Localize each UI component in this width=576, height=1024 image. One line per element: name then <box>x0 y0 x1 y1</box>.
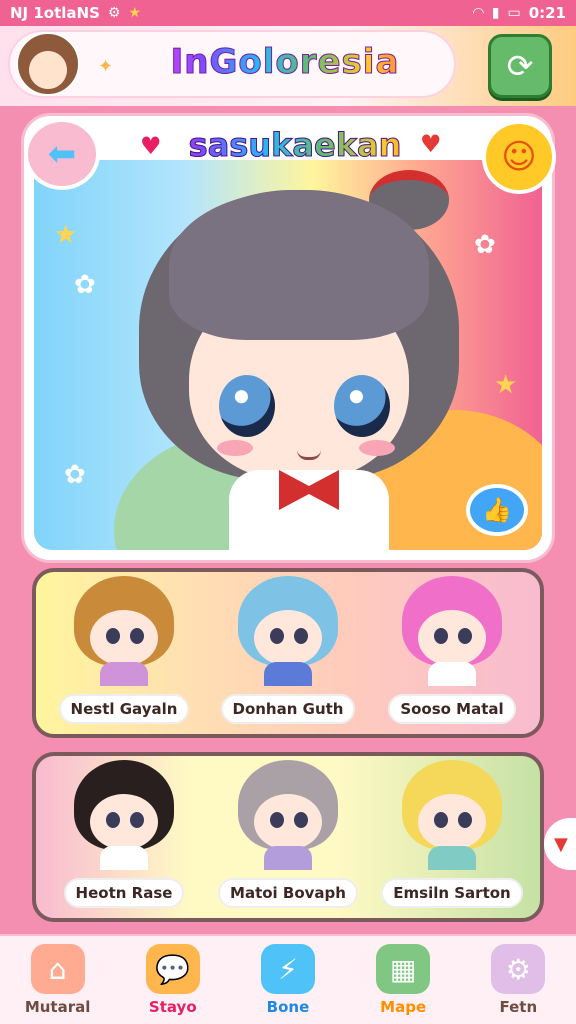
character-blush <box>217 440 253 456</box>
nav-item[interactable]: ⚡ Bone <box>238 938 338 1022</box>
status-time: 0:21 <box>528 4 566 22</box>
character-name: Matoi Bovaph <box>218 878 358 908</box>
character-name: Nestl Gayaln <box>58 694 190 724</box>
nav-item[interactable]: ⌂ Mutaral <box>8 938 108 1022</box>
character-eye <box>270 812 284 828</box>
character-eye <box>458 628 472 644</box>
character-blush <box>359 440 395 456</box>
status-left-text: NJ 1otlaNS <box>10 4 100 22</box>
character-portrait <box>238 760 338 870</box>
gear-icon: ⚙ <box>491 944 546 994</box>
character-eye <box>270 628 284 644</box>
star-icon: ★ <box>128 5 142 21</box>
settings-icon: ⚙ <box>107 5 121 21</box>
refresh-icon: ⟳ <box>506 47 534 85</box>
home-icon: ⌂ <box>30 944 85 994</box>
wifi-icon: ◠ <box>472 5 484 21</box>
character-eye <box>458 812 472 828</box>
map-icon: ▦ <box>376 944 431 994</box>
star-decoration: ✿ <box>64 460 86 490</box>
nav-item[interactable]: ⚙ Fetn <box>468 938 568 1022</box>
battery-icon: ▭ <box>507 5 521 21</box>
character-portrait <box>74 760 174 870</box>
character-name: Sooso Matal <box>388 694 516 724</box>
back-button[interactable]: ⬅ <box>24 118 100 190</box>
nav-item[interactable]: 💬 Stayo <box>123 938 223 1022</box>
character-eye <box>130 812 144 828</box>
heart-icon: ♥ <box>420 130 442 158</box>
character-name: Donhan Guth <box>220 694 356 724</box>
character-eye <box>294 628 308 644</box>
character-eye <box>106 812 120 828</box>
app-title: InGoloresia <box>150 40 420 84</box>
sparkle-icon: ✦ <box>98 56 114 77</box>
character-card[interactable]: Emsiln Sarton <box>372 752 532 908</box>
character-eye <box>434 812 448 828</box>
refresh-button[interactable]: ⟳ <box>488 34 552 98</box>
character-eye <box>219 375 275 437</box>
character-face <box>90 610 158 666</box>
signal-icon: ▮ <box>491 5 500 21</box>
character-body <box>100 662 148 686</box>
character-face <box>254 610 322 666</box>
character-card[interactable]: Sooso Matal <box>372 568 532 724</box>
nav-label: Stayo <box>148 998 197 1016</box>
nav-label: Mape <box>380 998 427 1016</box>
bottom-nav: ⌂ Mutaral 💬 Stayo ⚡ Bone ▦ Mape ⚙ Fetn <box>0 934 576 1024</box>
character-eye <box>434 628 448 644</box>
status-bar: NJ 1otlaNS ⚙ ★ ◠ ▮ ▭ 0:21 <box>0 0 576 26</box>
character-body <box>264 846 312 870</box>
star-decoration: ✿ <box>474 230 496 260</box>
character-face <box>254 794 322 850</box>
mascot-button[interactable]: ☺ <box>482 120 556 194</box>
hero-character-view[interactable]: ✿ ✿ ✿ ★ ★ <box>34 160 542 550</box>
character-name: Heotn Rase <box>63 878 185 908</box>
character-card[interactable]: Nestl Gayaln <box>44 568 204 724</box>
app-header: ✦ InGoloresia ⟳ <box>0 26 576 106</box>
nav-label: Fetn <box>499 998 538 1016</box>
character-face <box>418 610 486 666</box>
hero-title: sasukaekan <box>140 124 450 166</box>
character-body <box>428 662 476 686</box>
character-eye <box>294 812 308 828</box>
character-portrait <box>238 576 338 686</box>
scroll-arrow-button[interactable]: ▼ <box>544 818 576 870</box>
star-decoration: ★ <box>54 220 78 250</box>
character-face <box>90 794 158 850</box>
character-card[interactable]: Matoi Bovaph <box>208 752 368 908</box>
character-card[interactable]: Donhan Guth <box>208 568 368 724</box>
star-decoration: ✿ <box>74 270 96 300</box>
character-body <box>229 470 389 550</box>
like-button[interactable]: 👍 <box>466 484 528 536</box>
nav-item[interactable]: ▦ Mape <box>353 938 453 1022</box>
character-body <box>100 846 148 870</box>
character-eye <box>106 628 120 644</box>
character-body <box>264 662 312 686</box>
character-portrait <box>402 760 502 870</box>
character-card[interactable]: Heotn Rase <box>44 752 204 908</box>
lightning-icon: ⚡ <box>260 944 315 994</box>
character-eye <box>130 628 144 644</box>
character-body <box>428 846 476 870</box>
mascot-icon: ☺ <box>501 137 537 177</box>
character-name: Emsiln Sarton <box>381 878 523 908</box>
character-portrait <box>74 576 174 686</box>
character-row-2: Heotn Rase Matoi Bovaph Emsiln Sarton <box>32 752 544 922</box>
character-eye <box>334 375 390 437</box>
chat-icon: 💬 <box>145 944 200 994</box>
character-bangs <box>169 190 429 340</box>
nav-label: Mutaral <box>24 998 91 1016</box>
back-arrow-icon: ⬅ <box>47 134 77 174</box>
star-decoration: ★ <box>494 370 518 400</box>
user-avatar[interactable] <box>16 32 80 96</box>
chevron-down-icon: ▼ <box>554 833 568 855</box>
nav-label: Bone <box>266 998 310 1016</box>
thumbs-up-icon: 👍 <box>482 496 512 524</box>
character-row-1: Nestl Gayaln Donhan Guth Sooso Matal <box>32 568 544 738</box>
main-character <box>139 170 459 550</box>
character-face <box>418 794 486 850</box>
character-portrait <box>402 576 502 686</box>
